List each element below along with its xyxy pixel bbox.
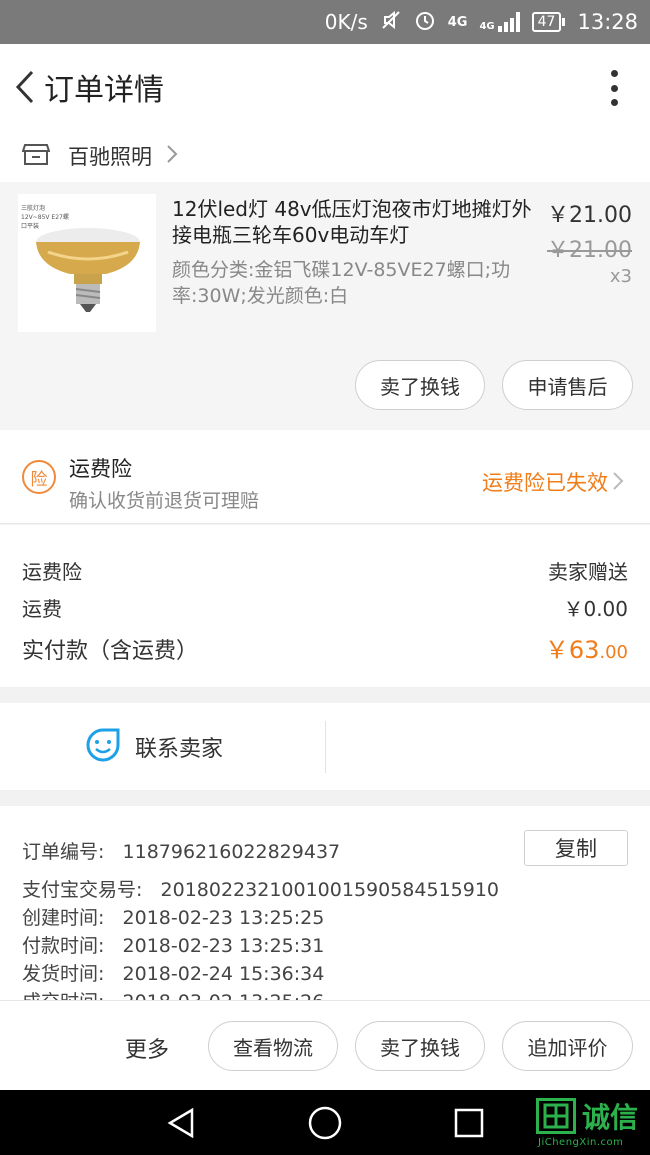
paid-time: 2018-02-23 13:25:31: [122, 935, 325, 957]
total-decimal: .00: [599, 642, 628, 663]
insurance-status: 运费险已失效: [482, 471, 608, 495]
total-amount: ￥63.00: [545, 630, 628, 665]
page-title: 订单详情: [44, 73, 164, 108]
alipay-number-label: 支付宝交易号:: [22, 879, 143, 901]
order-number-row: 订单编号: 118796216022829437: [22, 837, 340, 864]
status-bar: 0K/s 4G 4G 47 13:28: [0, 0, 650, 44]
store-name: 百驰照明: [68, 145, 152, 169]
fee-row-total: 实付款（含运费） ￥63.00: [22, 630, 628, 665]
completed-time: 2018-03-02 13:25:26: [123, 991, 325, 1000]
fee-summary: 运费险 卖家赠送 运费 ￥0.00 实付款（含运费） ￥63.00: [0, 525, 650, 687]
fee-row-insurance: 运费险 卖家赠送: [22, 556, 628, 585]
watermark-glyph-icon: [536, 1098, 576, 1134]
copy-button[interactable]: 复制: [524, 830, 628, 866]
sell-button-bottom[interactable]: 卖了换钱: [355, 1021, 485, 1071]
network-type: 4G: [447, 14, 468, 30]
shipping-insurance-row[interactable]: 险 运费险 确认收货前退货可理赔 运费险已失效: [0, 430, 650, 524]
back-arrow-icon[interactable]: [0, 44, 50, 130]
paid-time-label: 付款时间:: [22, 935, 105, 957]
order-number-label: 订单编号:: [22, 841, 105, 863]
alarm-icon: [414, 9, 436, 36]
mute-icon: [380, 9, 402, 36]
back-triangle-icon[interactable]: [164, 1106, 198, 1140]
insurance-title: 运费险: [69, 457, 132, 481]
shipped-time-row: 发货时间: 2018-02-24 15:36:34: [22, 959, 324, 986]
paid-time-row: 付款时间: 2018-02-23 13:25:31: [22, 931, 324, 958]
watermark-subtext: JiChengXin.com: [538, 1137, 624, 1148]
total-currency: ￥: [544, 636, 569, 664]
product-title[interactable]: 12伏led灯 48v低压灯泡夜市灯地摊灯外接电瓶三轮车60v电动车灯: [172, 196, 534, 248]
created-time: 2018-02-23 13:25:25: [122, 907, 325, 929]
alipay-number: 2018022321001001590584515910: [160, 879, 500, 901]
chevron-right-icon: [612, 471, 624, 495]
clock: 13:28: [577, 10, 638, 34]
insurance-icon: 险: [22, 460, 56, 494]
shipped-time: 2018-02-24 15:36:34: [122, 963, 325, 985]
chevron-right-icon: [166, 144, 178, 168]
created-time-label: 创建时间:: [22, 907, 105, 929]
system-nav-bar: 诚信 JiChengXin.com: [0, 1090, 650, 1155]
fee-row-shipping: 运费 ￥0.00: [22, 593, 628, 622]
sell-button[interactable]: 卖了换钱: [355, 360, 485, 410]
contact-seller-label: 联系卖家: [135, 737, 224, 762]
signal-icon: [497, 12, 520, 32]
completed-time-label: 成交时间:: [22, 991, 104, 1000]
order-number: 118796216022829437: [122, 841, 341, 863]
product-spec: 颜色分类:金铝飞碟12V-85VE27螺口;功率:30W;发光颜色:白: [172, 259, 511, 307]
fee-label: 运费: [22, 597, 62, 621]
add-review-button[interactable]: 追加评价: [502, 1021, 633, 1071]
contact-section: 联系卖家: [0, 703, 650, 790]
product-image-caption: 三航灯泡12V~85V E27螺口平装: [21, 205, 69, 230]
created-time-row: 创建时间: 2018-02-23 13:25:25: [22, 903, 324, 930]
order-info: 订单编号: 118796216022829437 复制 支付宝交易号: 2018…: [0, 806, 650, 1000]
completed-time-row: 成交时间: 2018-03-02 13:25:26: [22, 987, 324, 1000]
app-header: 订单详情: [0, 44, 650, 130]
battery-icon: 47: [531, 12, 566, 32]
total-label: 实付款（含运费）: [22, 639, 199, 664]
product-price: ￥21.00: [547, 203, 632, 228]
fee-value: ￥0.00: [563, 597, 628, 621]
more-button[interactable]: 更多: [125, 1032, 169, 1064]
fee-label: 运费险: [22, 560, 82, 584]
product-image[interactable]: 三航灯泡12V~85V E27螺口平装: [18, 194, 156, 332]
watermark-logo: 诚信 JiChengXin.com: [536, 1096, 646, 1151]
bottom-action-bar: 更多 查看物流 卖了换钱 追加评价: [0, 1000, 650, 1090]
contact-seller-button[interactable]: 联系卖家: [85, 727, 223, 767]
watermark-text: 诚信: [582, 1101, 639, 1134]
product-quantity: x3: [609, 266, 632, 287]
more-menu-icon[interactable]: [608, 70, 620, 106]
after-sale-button[interactable]: 申请售后: [502, 360, 633, 410]
network-type-2: 4G: [479, 21, 495, 32]
fee-value: 卖家赠送: [548, 560, 628, 584]
divider: [325, 721, 326, 773]
view-logistics-button[interactable]: 查看物流: [208, 1021, 338, 1071]
network-speed: 0K/s: [324, 10, 368, 34]
battery-level: 47: [531, 12, 562, 32]
store-row[interactable]: 百驰照明: [0, 130, 650, 182]
insurance-subtitle: 确认收货前退货可理赔: [69, 490, 260, 512]
alipay-number-row: 支付宝交易号: 2018022321001001590584515910: [22, 875, 499, 902]
home-circle-icon[interactable]: [308, 1106, 342, 1140]
shipped-time-label: 发货时间:: [22, 963, 105, 985]
product-original-price: ￥21.00: [547, 238, 632, 263]
recents-square-icon[interactable]: [452, 1106, 486, 1140]
total-integer: 63: [568, 636, 600, 664]
shop-icon: [21, 142, 51, 170]
product-item[interactable]: 三航灯泡12V~85V E27螺口平装 12伏led灯 48v低压灯泡夜市灯地摊…: [0, 182, 650, 430]
chat-smile-icon: [85, 727, 121, 767]
